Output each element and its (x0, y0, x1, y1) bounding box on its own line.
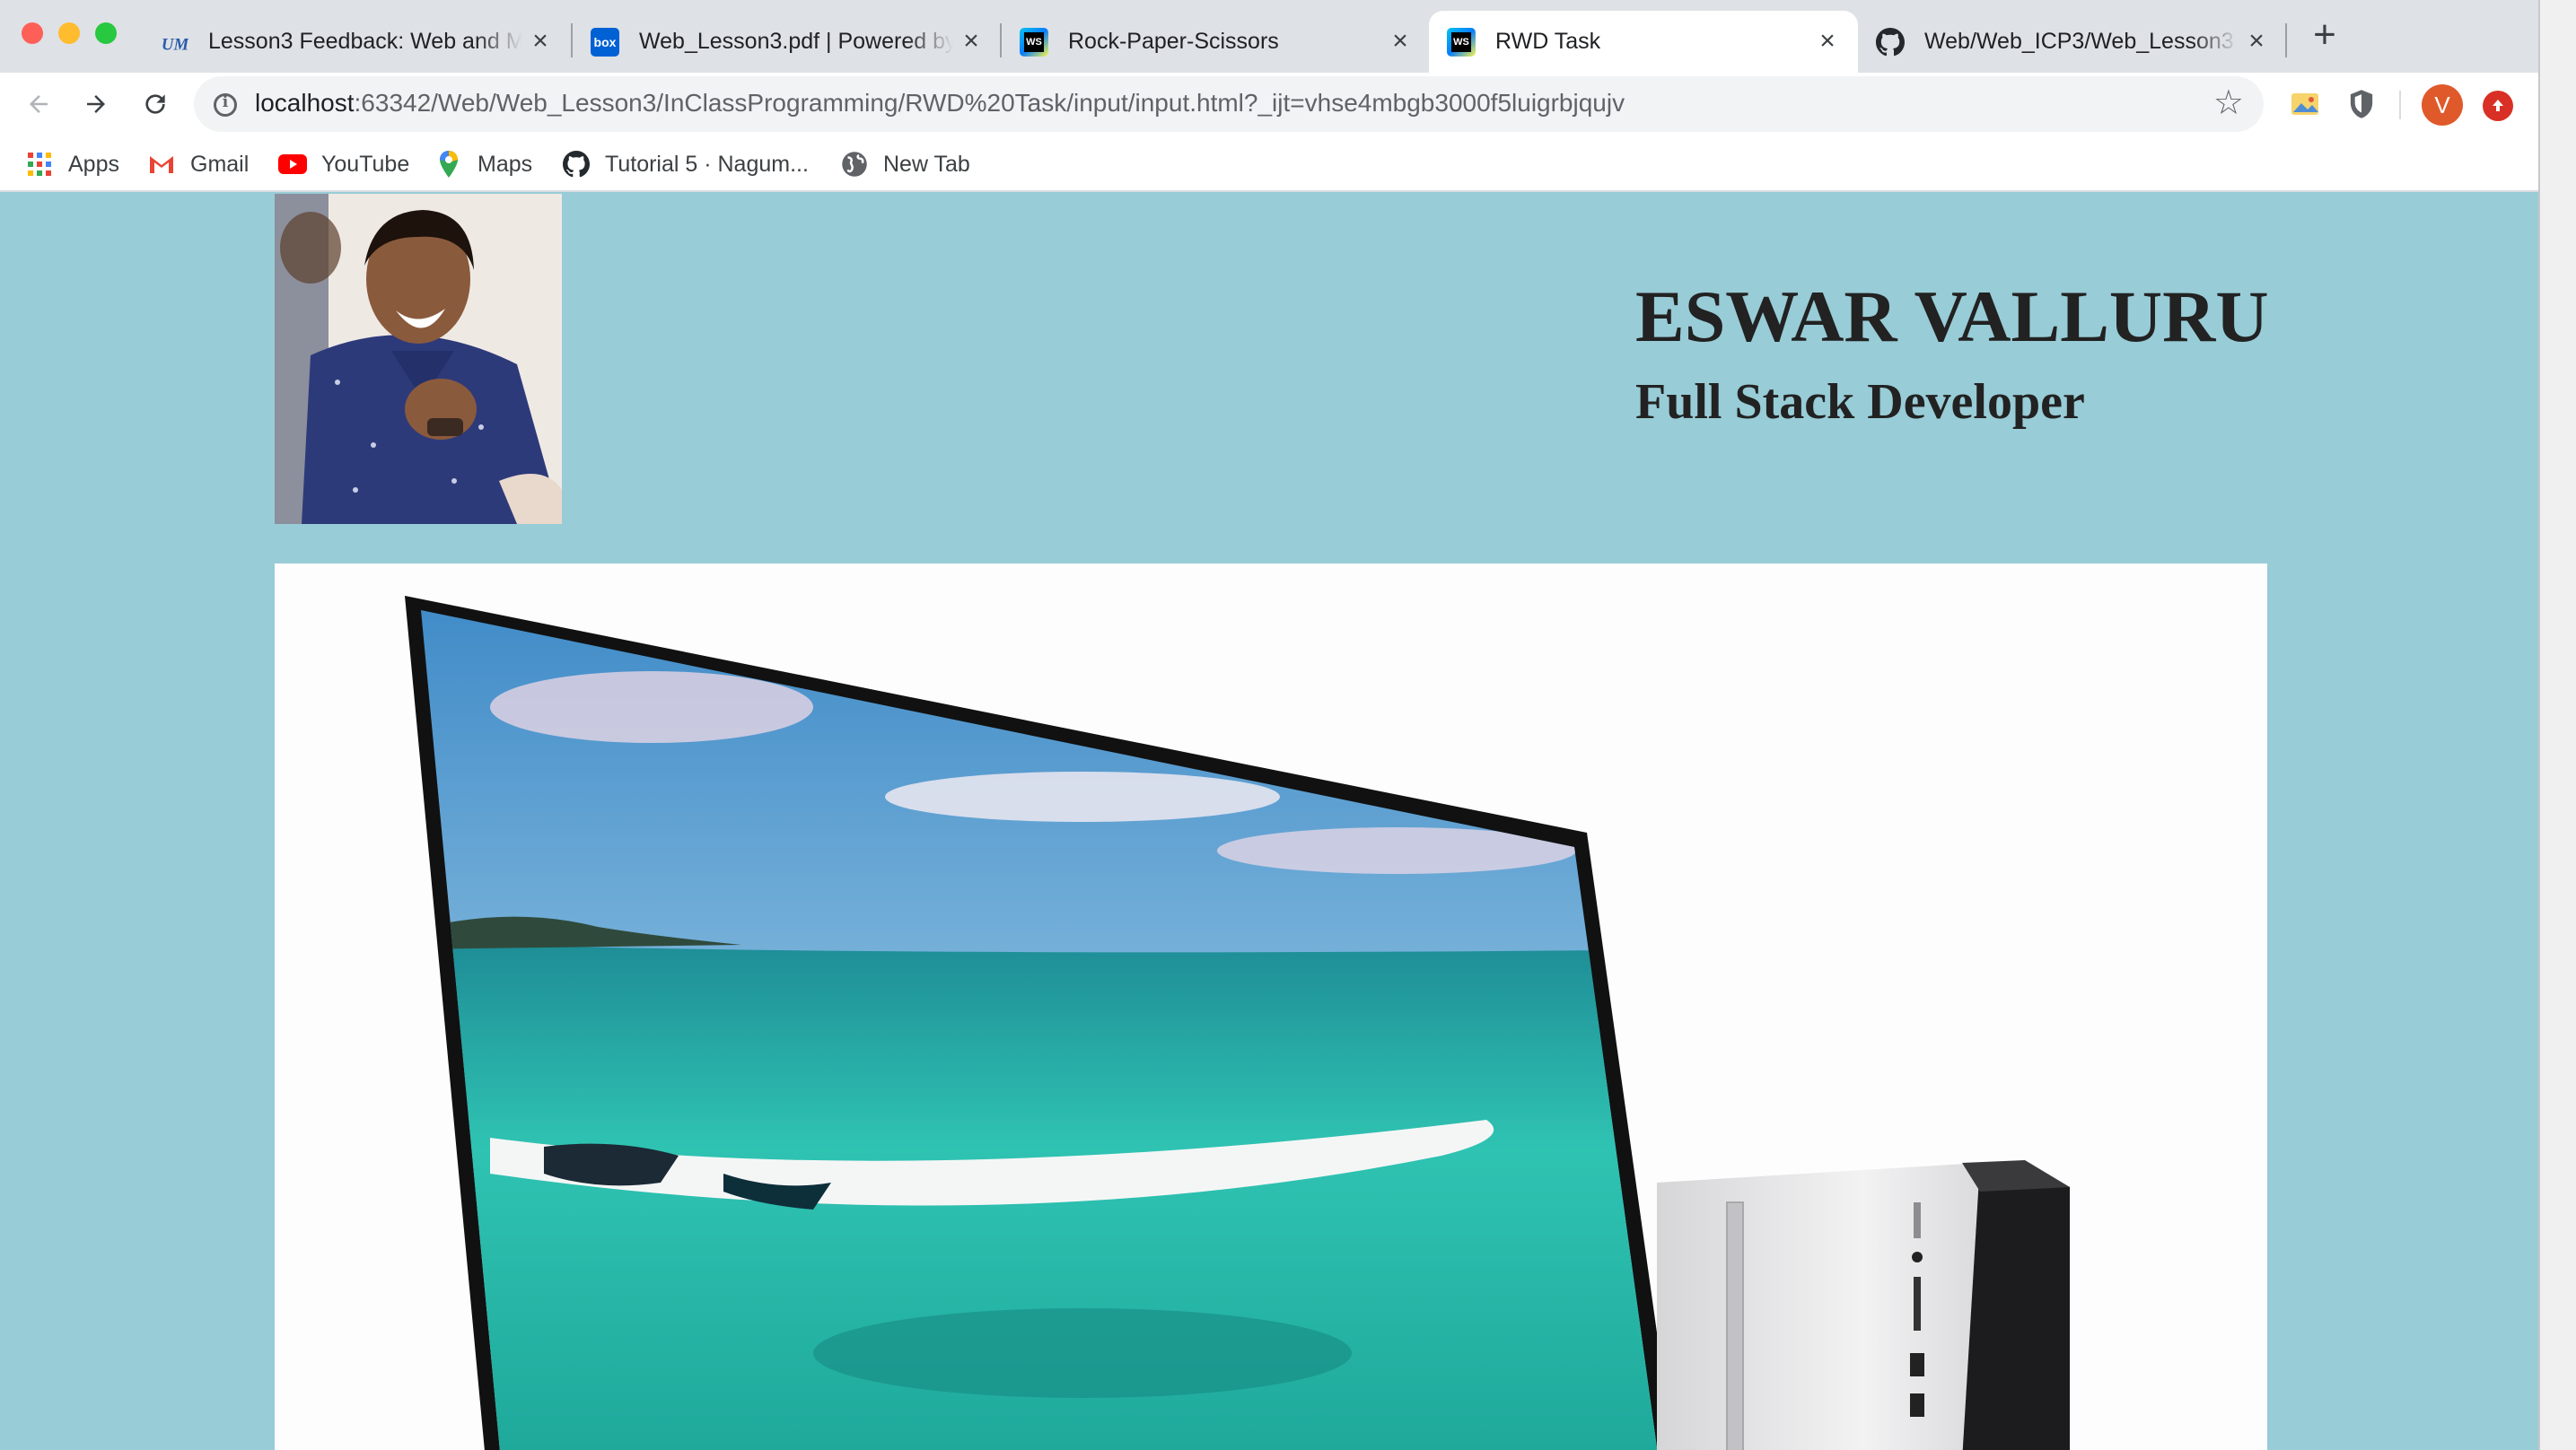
bookmark-label: Apps (68, 151, 119, 177)
close-icon[interactable]: × (526, 27, 555, 56)
umkc-logo-icon: UMKC (160, 28, 188, 57)
back-button[interactable] (16, 82, 61, 127)
bookmark-label: Gmail (190, 151, 250, 177)
bookmark-label: Tutorial 5 · Nagum... (605, 151, 809, 177)
close-icon[interactable]: × (957, 27, 986, 56)
tab-title: Web_Lesson3.pdf | Powered by Box (639, 29, 953, 54)
tab-strip: UMKC Lesson3 Feedback: Web and Mobile Pr… (0, 0, 2538, 73)
tab-rwd-task[interactable]: WS RWD Task × (1429, 11, 1858, 73)
maps-icon (434, 150, 463, 179)
extension-photo-icon[interactable] (2289, 87, 2323, 121)
tab-lesson3-feedback[interactable]: UMKC Lesson3 Feedback: Web and Mobile Pr… (142, 11, 571, 73)
bookmark-label: YouTube (321, 151, 410, 177)
webstorm-icon: WS (1447, 27, 1476, 57)
tab-web-lesson3-pdf[interactable]: box Web_Lesson3.pdf | Powered by Box × (573, 11, 1002, 73)
github-icon (562, 150, 591, 179)
tab-title: Rock-Paper-Scissors (1068, 29, 1279, 54)
bookmark-new-tab[interactable]: New Tab (840, 147, 970, 181)
forward-arrow-icon (87, 95, 105, 113)
tab-title: RWD Task (1495, 29, 1601, 54)
page-subtitle-role: Full Stack Developer (1635, 374, 2085, 430)
bookmark-tutorial-5[interactable]: Tutorial 5 · Nagum... (562, 147, 809, 181)
tab-title: Lesson3 Feedback: Web and Mobile Program… (208, 29, 522, 54)
update-icon[interactable] (2483, 91, 2513, 121)
address-bar[interactable]: localhost:63342/Web/Web_Lesson3/InClassP… (194, 76, 2264, 132)
apps-grid-icon (25, 150, 54, 179)
page-title-name: ESWAR VALLURU (1635, 275, 2269, 357)
github-icon (1876, 27, 1905, 57)
tab-title: Web/Web_ICP3/Web_Lesson3 (1924, 29, 2234, 54)
page-viewport: ESWAR VALLURU Full Stack Developer (0, 192, 2538, 1450)
site-info-icon[interactable] (214, 93, 237, 117)
bookmark-apps[interactable]: Apps (25, 147, 119, 181)
close-icon[interactable]: × (1813, 27, 1842, 56)
reload-icon (145, 94, 165, 114)
url-text[interactable]: localhost:63342/Web/Web_Lesson3/InClassP… (255, 89, 1625, 118)
bookmark-label: Maps (478, 151, 533, 177)
globe-icon (840, 150, 869, 179)
bookmark-star-icon[interactable]: ☆ (2213, 85, 2244, 121)
profile-avatar[interactable]: V (2422, 84, 2463, 126)
bookmark-gmail[interactable]: Gmail (147, 147, 249, 181)
close-icon[interactable]: × (1386, 27, 1415, 56)
tab-github-web-lesson3[interactable]: Web/Web_ICP3/Web_Lesson3 × (1858, 11, 2287, 73)
youtube-icon (278, 150, 307, 179)
browser-toolbar: localhost:63342/Web/Web_Lesson3/InClassP… (0, 73, 2538, 136)
new-tab-button[interactable]: + (2307, 15, 2343, 55)
reload-button[interactable] (133, 82, 178, 127)
bookmark-youtube[interactable]: YouTube (278, 147, 409, 181)
webstorm-icon: WS (1020, 27, 1048, 57)
back-arrow-icon (30, 95, 48, 113)
forward-button[interactable] (74, 82, 118, 127)
shield-icon[interactable] (2344, 87, 2379, 121)
hero-image (275, 563, 2267, 1450)
tab-separator (2285, 23, 2287, 57)
gmail-icon (147, 150, 176, 179)
close-window-button[interactable] (22, 22, 43, 44)
toolbar-divider (2399, 91, 2401, 119)
maximize-window-button[interactable] (95, 22, 117, 44)
close-icon[interactable]: × (2242, 27, 2271, 56)
profile-photo (275, 194, 562, 524)
tab-rock-paper-scissors[interactable]: WS Rock-Paper-Scissors × (1002, 11, 1431, 73)
background-window-edge (2538, 0, 2576, 1450)
bookmark-maps[interactable]: Maps (434, 147, 532, 181)
svg-text:UMKC: UMKC (162, 35, 188, 54)
box-icon: box (591, 27, 619, 57)
minimize-window-button[interactable] (58, 22, 80, 44)
bookmark-label: New Tab (883, 151, 970, 177)
bookmarks-bar: Apps Gmail YouTube Maps Tutorial 5 · Nag… (0, 136, 2538, 192)
